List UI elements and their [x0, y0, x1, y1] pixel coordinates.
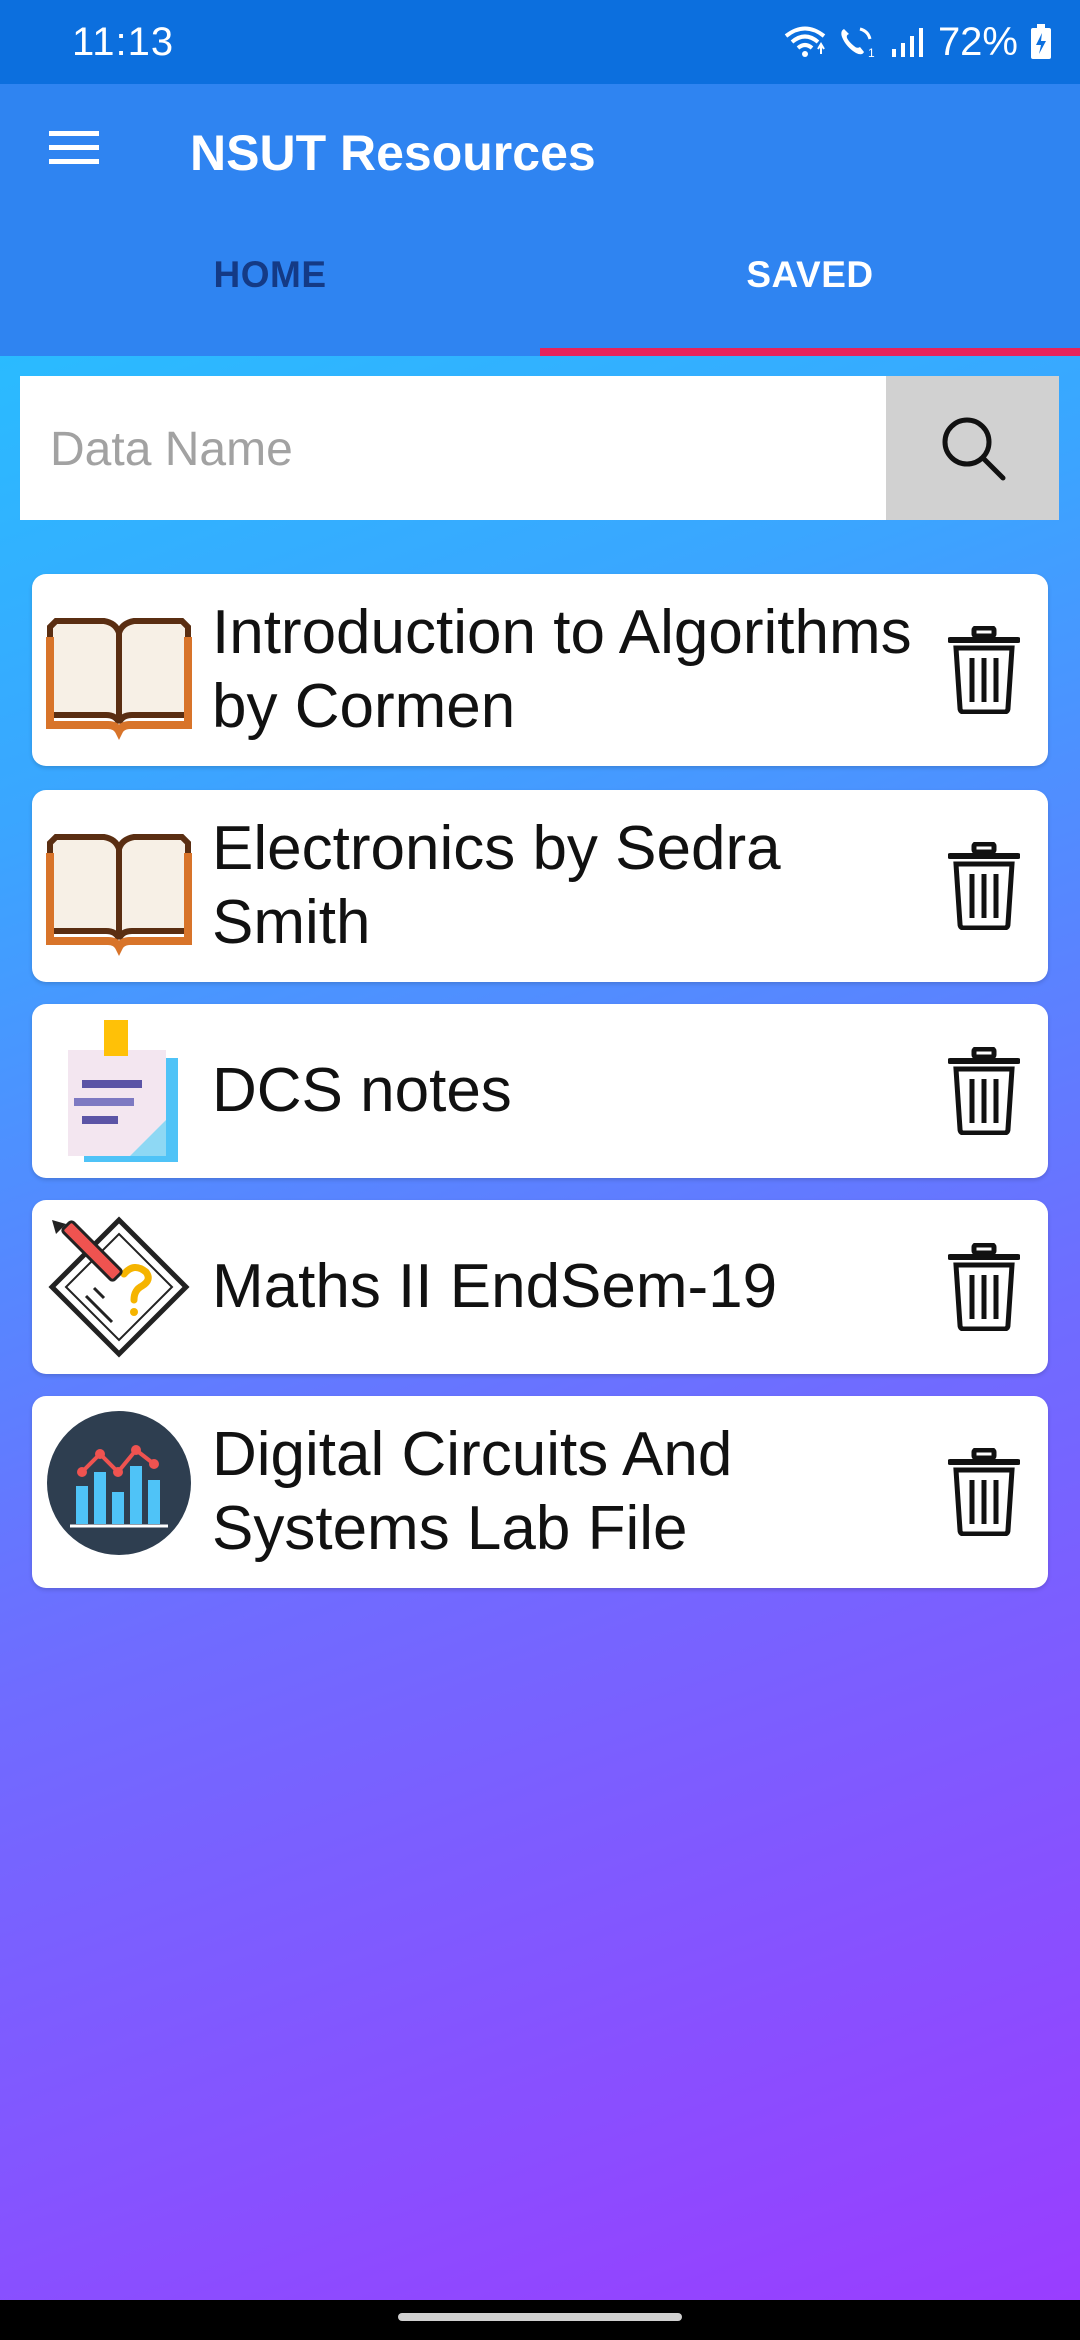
delete-button[interactable]: [940, 1043, 1028, 1139]
sticky-note-icon: [68, 1020, 178, 1162]
book-icon: [46, 834, 192, 956]
saved-screen: 11:13 1 72% NSUT Resources HOME SAVED Da…: [0, 0, 1080, 2340]
list-item[interactable]: Electronics by Sedra Smith: [32, 790, 1048, 982]
menu-button[interactable]: [40, 114, 108, 182]
status-bar: 11:13 1 72%: [0, 0, 1080, 84]
trash-icon: [948, 842, 1020, 930]
item-title: DCS notes: [212, 1056, 512, 1125]
item-title: Digital Circuits And Systems Lab File: [212, 1420, 733, 1563]
app-title: NSUT Resources: [190, 125, 596, 181]
battery-charging-icon: [1031, 24, 1051, 59]
tab-home[interactable]: HOME: [0, 254, 540, 356]
item-title: Introduction to Algorithms by Cormen: [212, 598, 912, 741]
search-input[interactable]: [48, 376, 872, 522]
home-gesture-handle[interactable]: [398, 2313, 682, 2321]
trash-icon: [948, 1243, 1020, 1331]
hamburger-menu-icon: [49, 131, 99, 164]
delete-button[interactable]: [940, 1444, 1028, 1540]
delete-button[interactable]: [940, 838, 1028, 934]
search-box: [20, 376, 888, 522]
trash-icon: [948, 1047, 1020, 1135]
svg-text:1: 1: [868, 46, 875, 59]
status-icons: 1 72%: [784, 18, 1052, 66]
search-button[interactable]: [886, 376, 1059, 520]
list-item[interactable]: Maths II EndSem-19: [32, 1200, 1048, 1374]
book-icon: [46, 618, 192, 740]
chart-icon: [47, 1411, 191, 1555]
tab-saved[interactable]: SAVED: [540, 254, 1080, 356]
trash-icon: [948, 1448, 1020, 1536]
list-item[interactable]: Introduction to Algorithms by Cormen: [32, 574, 1048, 766]
battery-percentage: 72%: [937, 19, 1018, 64]
delete-button[interactable]: [940, 622, 1028, 718]
wifi-calling-icon: 1: [841, 27, 875, 59]
app-bar: NSUT Resources HOME SAVED: [0, 84, 1080, 356]
item-title: Electronics by Sedra Smith: [212, 814, 781, 957]
list-item[interactable]: DCS notes: [32, 1004, 1048, 1178]
status-time: 11:13: [72, 20, 175, 64]
item-title: Maths II EndSem-19: [212, 1252, 778, 1321]
active-tab-indicator: [540, 348, 1080, 356]
delete-button[interactable]: [940, 1239, 1028, 1335]
list-item[interactable]: Digital Circuits And Systems Lab File: [32, 1396, 1048, 1588]
exam-paper-icon: [48, 1216, 190, 1358]
signal-icon: [891, 28, 923, 57]
wifi-icon: [784, 26, 826, 57]
search-icon: [942, 417, 1005, 481]
trash-icon: [948, 626, 1020, 714]
